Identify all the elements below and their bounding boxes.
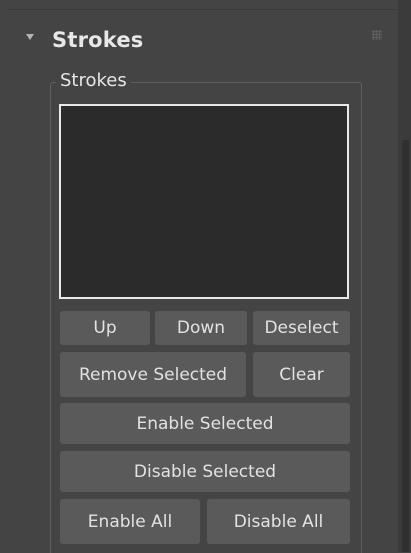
group-label: Strokes [56, 70, 131, 91]
rollout-title: Strokes [52, 28, 144, 52]
grip-dots-icon[interactable] [372, 30, 382, 40]
scrollbar-thumb[interactable] [402, 140, 409, 552]
enable-all-button[interactable]: Enable All [60, 499, 200, 544]
clear-button[interactable]: Clear [253, 352, 350, 397]
deselect-button[interactable]: Deselect [253, 311, 350, 345]
triangle-down-icon[interactable] [26, 34, 34, 40]
rollout-header[interactable]: Strokes [16, 24, 388, 58]
up-button[interactable]: Up [60, 311, 150, 345]
down-button[interactable]: Down [155, 311, 247, 345]
disable-selected-button[interactable]: Disable Selected [60, 451, 350, 492]
strokes-listbox[interactable] [59, 104, 349, 299]
enable-selected-button[interactable]: Enable Selected [60, 403, 350, 444]
disable-all-button[interactable]: Disable All [207, 499, 350, 544]
remove-selected-button[interactable]: Remove Selected [60, 352, 246, 397]
